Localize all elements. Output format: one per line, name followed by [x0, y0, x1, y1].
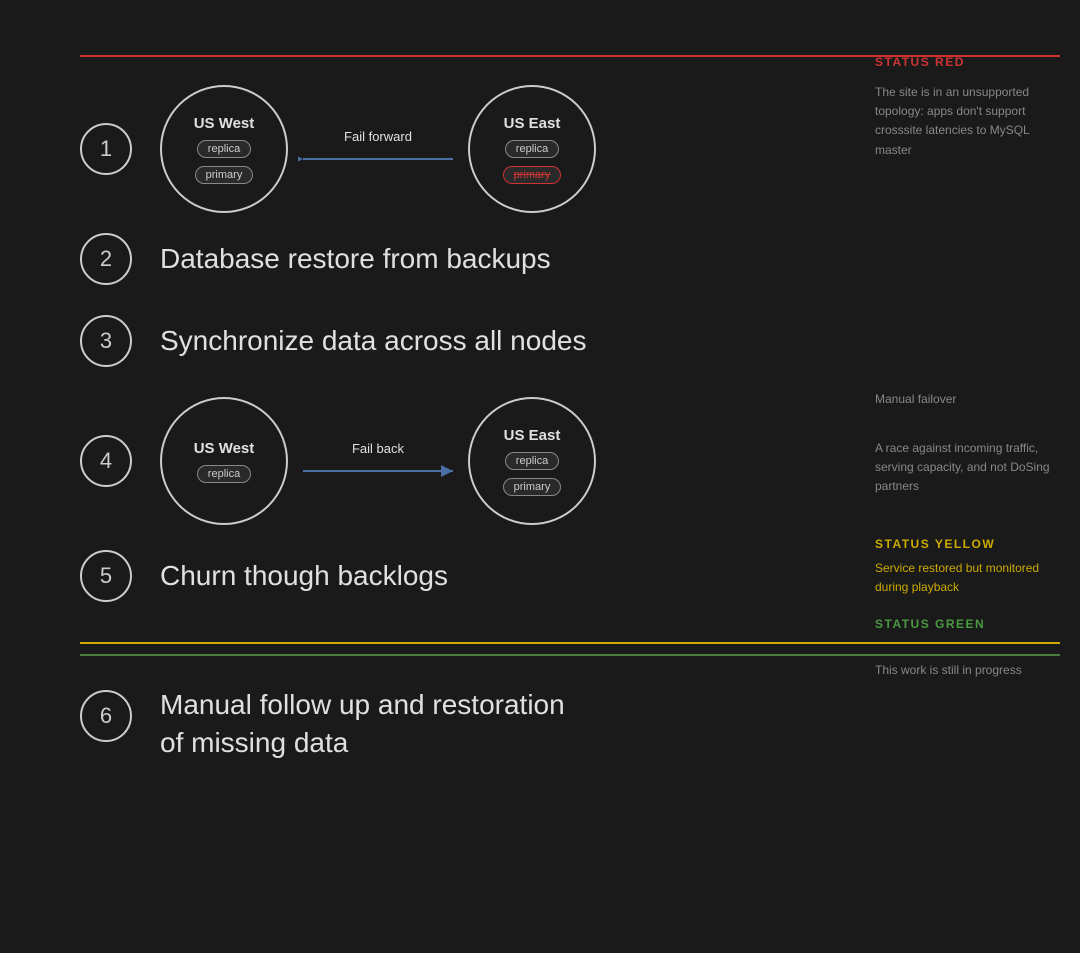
step-4-container: 4 US West replica Fail back — [80, 397, 860, 525]
us-east-label-2: US East — [504, 427, 561, 444]
arrow-fail-forward: Fail forward — [288, 129, 468, 170]
step-2-container: 2 Database restore from backups — [80, 233, 860, 285]
step-6-number: 6 — [80, 690, 132, 742]
diagram-1: US West replica primary Fail forward — [160, 85, 596, 213]
arrow-left-svg — [298, 148, 458, 170]
us-west-label-1: US West — [194, 115, 255, 132]
us-east-node-2: US East replica primary — [468, 397, 596, 525]
fail-forward-label: Fail forward — [344, 129, 412, 144]
step-3-number: 3 — [80, 315, 132, 367]
us-west-replica-badge-1: replica — [197, 140, 251, 158]
status-yellow-label: STATUS YELLOW — [875, 537, 1060, 551]
us-west-label-2: US West — [194, 440, 255, 457]
step-4-number: 4 — [80, 435, 132, 487]
step-5-number: 5 — [80, 550, 132, 602]
step-6-container: 6 Manual follow up and restorationof mis… — [80, 686, 860, 762]
step-2-number: 2 — [80, 233, 132, 285]
us-west-primary-badge-1: primary — [195, 166, 254, 184]
us-west-replica-badge-2: replica — [197, 465, 251, 483]
step-5-container: 5 Churn though backlogs — [80, 550, 860, 602]
arrow-fail-back: Fail back — [288, 441, 468, 482]
green-divider — [80, 654, 1060, 656]
step-1-container: 1 US West replica primary Fail forward — [80, 85, 860, 213]
us-east-node-1: US East replica primary — [468, 85, 596, 213]
status-green-label: STATUS GREEN — [875, 617, 1060, 631]
diagram-2: US West replica Fail back — [160, 397, 596, 525]
step-5-text: Churn though backlogs — [160, 560, 448, 592]
us-east-primary-badge-1: primary — [503, 166, 562, 184]
step-3-container: 3 Synchronize data across all nodes — [80, 315, 860, 367]
fail-back-label: Fail back — [352, 441, 404, 456]
manual-failover-text: Manual failover — [875, 390, 1060, 409]
yellow-divider — [80, 642, 1060, 644]
top-divider-red — [80, 55, 1060, 57]
step-6-text: Manual follow up and restorationof missi… — [160, 686, 565, 762]
us-east-label-1: US East — [504, 115, 561, 132]
us-east-replica-badge-2: replica — [505, 452, 559, 470]
us-west-node-2: US West replica — [160, 397, 288, 525]
step-2-text: Database restore from backups — [160, 243, 551, 275]
status-red-text: The site is in an unsupported topology: … — [875, 83, 1060, 160]
status-red-label: STATUS RED — [875, 55, 1060, 69]
sidebar: STATUS RED The site is in an unsupported… — [860, 0, 1080, 953]
step-3-text: Synchronize data across all nodes — [160, 325, 586, 357]
arrow-right-svg — [298, 460, 458, 482]
status-yellow-text: Service restored but monitored during pl… — [875, 559, 1060, 597]
work-in-progress-text: This work is still in progress — [875, 661, 1060, 680]
step-1-number: 1 — [80, 123, 132, 175]
race-text: A race against incoming traffic, serving… — [875, 439, 1060, 497]
us-west-node-1: US West replica primary — [160, 85, 288, 213]
us-east-replica-badge-1: replica — [505, 140, 559, 158]
us-east-primary-badge-2: primary — [503, 478, 562, 496]
